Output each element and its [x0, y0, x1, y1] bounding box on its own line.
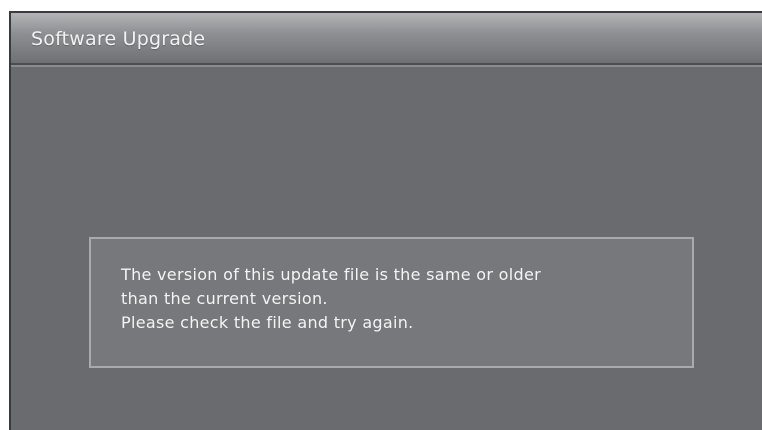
title-bar: Software Upgrade — [11, 13, 762, 65]
error-message-box: The version of this update file is the s… — [89, 237, 694, 368]
error-message-line-2: than the current version. — [121, 289, 328, 308]
screen-title: Software Upgrade — [31, 28, 206, 50]
error-message-line-3: Please check the file and try again. — [121, 313, 414, 332]
title-divider — [11, 65, 762, 67]
software-upgrade-screen: Software Upgrade The version of this upd… — [9, 11, 762, 430]
error-message-line-1: The version of this update file is the s… — [121, 265, 541, 284]
error-message: The version of this update file is the s… — [121, 263, 541, 335]
